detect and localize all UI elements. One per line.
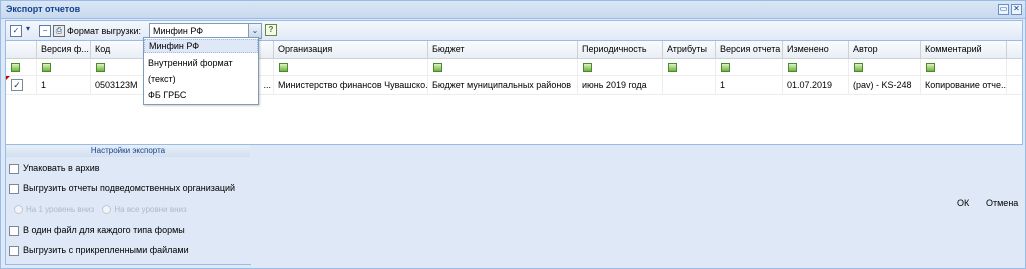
header-organization[interactable]: Организация <box>274 41 428 58</box>
filter-icon[interactable] <box>11 63 20 72</box>
filter-icon[interactable] <box>433 63 442 72</box>
cancel-button[interactable]: Отмена <box>986 198 1018 208</box>
radio-all-levels-label: На все уровни вниз <box>114 205 187 214</box>
format-label: Формат выгрузки: <box>67 26 141 36</box>
format-option-fb-grbs[interactable]: ФБ ГРБС <box>144 88 258 102</box>
header-author[interactable]: Автор <box>849 41 921 58</box>
format-option-internal-text[interactable]: (текст) <box>144 72 258 86</box>
cell-attributes <box>663 76 716 94</box>
select-all-checkbox-icon[interactable]: ✓ <box>10 25 22 37</box>
format-option-minfin[interactable]: Минфин РФ <box>144 39 258 53</box>
window-title: Экспорт отчетов <box>6 4 81 14</box>
cell-author: (pav) - KS-248 <box>849 76 921 94</box>
header-version-form[interactable]: Версия ф... <box>37 41 91 58</box>
filter-icon[interactable] <box>279 63 288 72</box>
export-subordinate-checkbox[interactable] <box>9 184 19 194</box>
header-comment[interactable]: Комментарий <box>921 41 1007 58</box>
format-select-value: Минфин РФ <box>153 26 204 36</box>
export-subordinate-label: Выгрузить отчеты подведомственных органи… <box>23 183 236 193</box>
header-select-column <box>6 41 37 58</box>
cell-budget: Бюджет муниципальных районов <box>428 76 578 94</box>
filter-cell <box>428 59 578 75</box>
header-budget[interactable]: Бюджет <box>428 41 578 58</box>
cell-report-version: 1 <box>716 76 783 94</box>
collapse-icon[interactable]: − <box>39 25 51 37</box>
cell-organization: Министерство финансов Чувашско... <box>274 76 428 94</box>
filter-cell <box>921 59 1007 75</box>
dialog-footer: ОК Отмена <box>250 144 1021 264</box>
settings-header: Настройки экспорта <box>6 145 250 157</box>
pack-archive-label: Упаковать в архив <box>23 163 100 173</box>
export-settings-panel: Настройки экспорта Упаковать в архив Выг… <box>5 144 251 265</box>
ok-button[interactable]: ОК <box>957 198 969 208</box>
radio-all-levels[interactable] <box>102 205 112 215</box>
filter-cell <box>663 59 716 75</box>
export-reports-window: Экспорт отчетов ▭ ✕ ✓ ▾ − ⎙ Формат выгру… <box>0 0 1026 269</box>
header-attributes[interactable]: Атрибуты <box>663 41 716 58</box>
header-periodicity[interactable]: Периодичность <box>578 41 663 58</box>
filter-icon[interactable] <box>96 63 105 72</box>
format-dropdown-list: Минфин РФ Внутренний формат (текст) ФБ Г… <box>143 37 259 105</box>
window-titlebar: Экспорт отчетов ▭ ✕ <box>1 1 1025 19</box>
close-icon[interactable]: ✕ <box>1011 4 1022 15</box>
filter-cell <box>37 59 91 75</box>
filter-icon[interactable] <box>721 63 730 72</box>
radio-level1-label: На 1 уровень вниз <box>26 205 95 214</box>
pack-archive-checkbox[interactable] <box>9 164 19 174</box>
filter-cell <box>716 59 783 75</box>
filter-icon[interactable] <box>42 63 51 72</box>
header-modified[interactable]: Изменено <box>783 41 849 58</box>
filter-cell <box>6 59 37 75</box>
printer-icon[interactable]: ⎙ <box>53 25 65 37</box>
with-attachments-label: Выгрузить с прикрепленными файлами <box>23 245 189 255</box>
radio-level1[interactable] <box>14 205 23 215</box>
filter-cell <box>274 59 428 75</box>
format-option-internal[interactable]: Внутренний формат <box>144 56 258 70</box>
filter-icon[interactable] <box>926 63 935 72</box>
cell-comment: Копирование отче... <box>921 76 1007 94</box>
filter-cell <box>849 59 921 75</box>
with-attachments-checkbox[interactable] <box>9 246 19 256</box>
filter-cell <box>783 59 849 75</box>
filter-cell <box>578 59 663 75</box>
row-checkbox[interactable]: ✓ <box>11 79 23 91</box>
restore-icon[interactable]: ▭ <box>998 4 1009 15</box>
filter-icon[interactable] <box>788 63 797 72</box>
cell-version-form: 1 <box>37 76 91 94</box>
help-icon[interactable]: ? <box>265 24 277 36</box>
filter-icon[interactable] <box>854 63 863 72</box>
chevron-down-icon[interactable]: ⌄ <box>248 24 261 38</box>
subordinate-level-radios: На 1 уровень вниз На все уровни вниз <box>14 205 187 215</box>
filter-icon[interactable] <box>668 63 677 72</box>
one-file-per-type-checkbox[interactable] <box>9 226 19 236</box>
dirty-marker-icon <box>6 76 10 80</box>
cell-modified: 01.07.2019 <box>783 76 849 94</box>
select-menu-arrow-icon[interactable]: ▾ <box>26 24 30 33</box>
one-file-per-type-label: В один файл для каждого типа формы <box>23 225 185 235</box>
row-select-cell: ✓ <box>6 76 37 94</box>
cell-periodicity: июнь 2019 года <box>578 76 663 94</box>
filter-icon[interactable] <box>583 63 592 72</box>
header-report-version[interactable]: Версия отчета <box>716 41 783 58</box>
